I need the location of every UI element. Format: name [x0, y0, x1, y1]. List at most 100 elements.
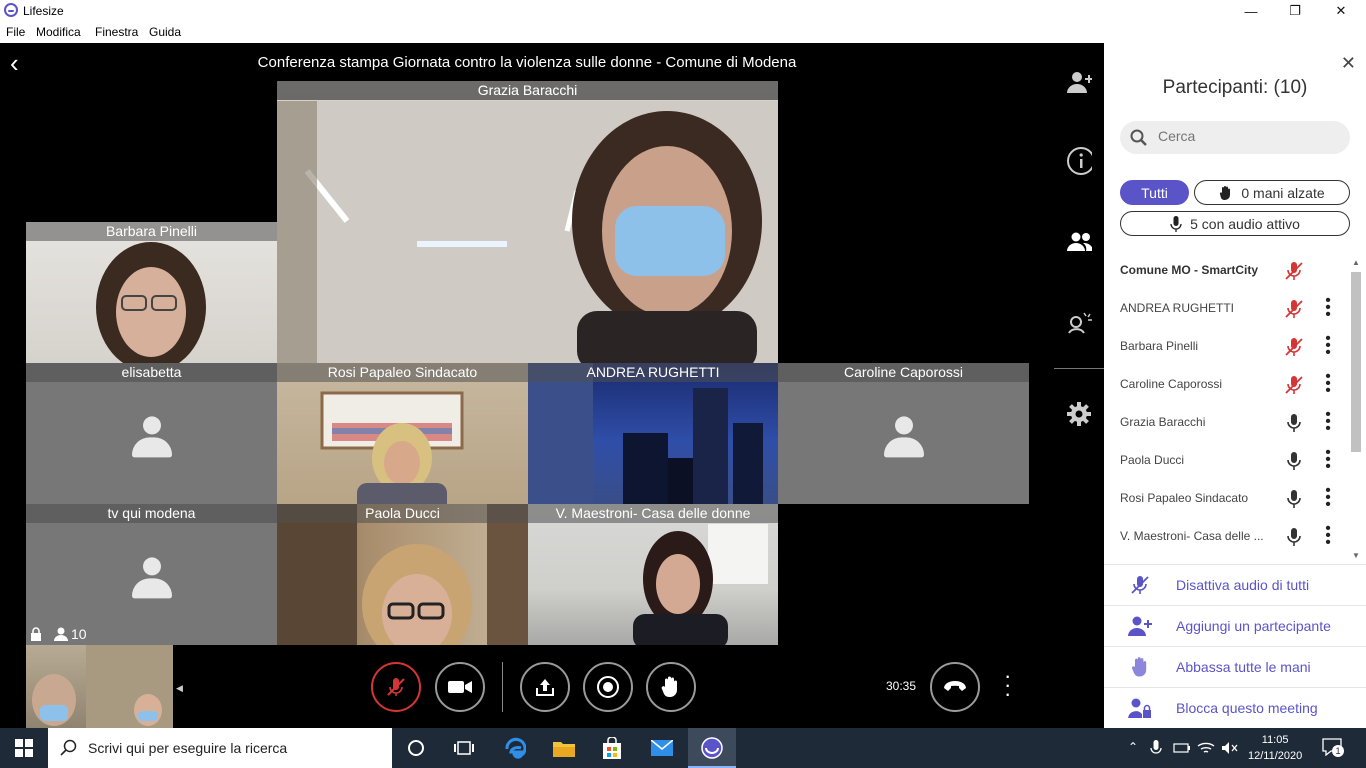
participant-row[interactable]: Comune MO - SmartCity	[1120, 251, 1352, 289]
task-view-icon[interactable]	[452, 736, 476, 760]
mic-icon[interactable]	[1284, 527, 1304, 547]
video-tile-barbara[interactable]: Barbara Pinelli	[26, 222, 277, 363]
video-feed	[277, 101, 778, 363]
settings-rail-button[interactable]	[1066, 401, 1092, 427]
video-tile-paola[interactable]: Paola Ducci	[277, 504, 528, 645]
participants-panel: ✕ Partecipanti: (10) Tutti 0 mani alzate…	[1104, 43, 1366, 728]
participant-menu-icon[interactable]: • • •	[1324, 369, 1332, 399]
action-center-button[interactable]: 1	[1322, 738, 1344, 758]
layout-rail-button[interactable]	[1066, 309, 1092, 335]
video-tile-maestroni[interactable]: V. Maestroni- Casa delle donne	[528, 504, 778, 645]
phone-hangup-icon	[944, 681, 966, 691]
windows-start-icon[interactable]	[12, 736, 36, 760]
participants-scrollbar[interactable]: ▲ ▼	[1350, 258, 1362, 563]
participant-menu-icon[interactable]: • • •	[1324, 407, 1332, 437]
participant-row[interactable]: V. Maestroni- Casa delle ... • • •	[1120, 517, 1352, 555]
taskbar-search[interactable]: Scrivi qui per eseguire la ricerca	[48, 728, 392, 768]
menu-guida[interactable]: Guida	[149, 25, 181, 39]
add-person-icon	[1067, 72, 1092, 93]
camera-button[interactable]	[435, 662, 485, 712]
add-participant-rail-button[interactable]	[1066, 69, 1092, 95]
cortana-icon[interactable]	[404, 736, 428, 760]
clock-date: 12/11/2020	[1248, 750, 1303, 762]
hang-up-button[interactable]	[930, 662, 980, 712]
participant-name: Comune MO - SmartCity	[1120, 263, 1259, 277]
taskbar-clock[interactable]: 11:05 12/11/2020	[1248, 732, 1302, 764]
mic-muted-icon[interactable]	[1284, 375, 1304, 395]
participant-menu-icon[interactable]: • • •	[1324, 521, 1332, 551]
scroll-thumb[interactable]	[1351, 272, 1361, 452]
file-explorer-icon[interactable]	[552, 736, 576, 760]
participant-name: Grazia Baracchi	[1120, 415, 1206, 429]
mic-muted-icon[interactable]	[1284, 299, 1304, 319]
lower-hands-button[interactable]: Abbassa tutte le mani	[1104, 646, 1366, 687]
mute-all-button[interactable]: Disattiva audio di tutti	[1104, 564, 1366, 605]
battery-icon[interactable]	[1172, 738, 1192, 758]
avatar-tile-caroline[interactable]: Caroline Caporossi	[778, 363, 1029, 504]
participant-row[interactable]: Rosi Papaleo Sindacato • • •	[1120, 479, 1352, 517]
speaker-muted-icon[interactable]	[1220, 738, 1240, 758]
avatar-tile-tv-qui-modena[interactable]: tv qui modena	[26, 504, 277, 645]
more-options-icon[interactable]: · · ·	[1004, 665, 1011, 705]
video-stage: ‹ Conferenza stampa Giornata contro la v…	[0, 43, 1054, 728]
mute-mic-button[interactable]	[371, 662, 421, 712]
menu-modifica[interactable]: Modifica	[36, 25, 81, 39]
scroll-down-icon[interactable]: ▼	[1352, 551, 1360, 560]
tray-chevron-icon[interactable]: ⌃	[1128, 740, 1138, 754]
mic-muted-icon[interactable]	[1284, 261, 1304, 281]
store-icon[interactable]	[600, 736, 624, 760]
participant-row[interactable]: ANDREA RUGHETTI • • •	[1120, 289, 1352, 327]
raise-hand-button[interactable]	[646, 662, 696, 712]
self-view[interactable]	[26, 645, 173, 728]
close-panel-icon[interactable]: ✕	[1341, 53, 1356, 74]
notification-count: 1	[1332, 745, 1344, 757]
minimize-button[interactable]: —	[1228, 0, 1274, 22]
participant-row[interactable]: Barbara Pinelli • • •	[1120, 327, 1352, 365]
share-button[interactable]	[520, 662, 570, 712]
camera-icon	[448, 681, 472, 693]
mic-off-icon	[387, 678, 405, 696]
avatar-tile-elisabetta[interactable]: elisabetta	[26, 363, 277, 504]
participant-row[interactable]: Paola Ducci • • •	[1120, 441, 1352, 479]
add-participant-button[interactable]: Aggiungi un partecipante	[1104, 605, 1366, 646]
participant-row[interactable]: Caroline Caporossi • • •	[1120, 365, 1352, 403]
menu-file[interactable]: File	[6, 25, 25, 39]
participant-name: ANDREA RUGHETTI	[1120, 301, 1235, 315]
participants-rail-button[interactable]	[1066, 229, 1092, 255]
menu-finestra[interactable]: Finestra	[95, 25, 138, 39]
mic-icon[interactable]	[1284, 489, 1304, 509]
search-field[interactable]	[1120, 121, 1350, 154]
participant-row[interactable]: Grazia Baracchi • • •	[1120, 403, 1352, 441]
edge-icon[interactable]	[503, 736, 527, 760]
collapse-self-view-icon[interactable]: ◀	[176, 683, 183, 694]
window-title: Lifesize	[23, 4, 64, 18]
close-window-button[interactable]: ✕	[1318, 0, 1364, 22]
video-tile-grazia[interactable]: Grazia Baracchi Grazia Baracchi	[277, 81, 778, 363]
add-person-icon	[1128, 616, 1152, 636]
participant-menu-icon[interactable]: • • •	[1324, 445, 1332, 475]
filter-all-button[interactable]: Tutti	[1120, 180, 1189, 205]
scroll-up-icon[interactable]: ▲	[1352, 258, 1360, 267]
filter-hands-button[interactable]: 0 mani alzate	[1194, 180, 1350, 205]
video-tile-rosi[interactable]: Rosi Papaleo Sindacato	[277, 363, 528, 504]
wifi-icon[interactable]	[1196, 738, 1216, 758]
mic-icon[interactable]	[1284, 451, 1304, 471]
lifesize-taskbar-item[interactable]	[688, 728, 736, 768]
participant-menu-icon[interactable]: • • •	[1324, 331, 1332, 361]
mic-muted-icon[interactable]	[1284, 337, 1304, 357]
mail-icon[interactable]	[650, 736, 674, 760]
lock-meeting-button[interactable]: Blocca questo meeting	[1104, 687, 1366, 728]
participant-menu-icon[interactable]: • • •	[1324, 293, 1332, 323]
search-input[interactable]	[1158, 128, 1338, 144]
filter-audio-button[interactable]: 5 con audio attivo	[1120, 211, 1350, 236]
record-icon	[597, 676, 619, 698]
record-button[interactable]	[583, 662, 633, 712]
participant-menu-icon[interactable]: • • •	[1324, 483, 1332, 513]
tray-mic-icon[interactable]	[1146, 738, 1166, 758]
mic-icon[interactable]	[1284, 413, 1304, 433]
video-feed	[32, 645, 173, 728]
filter-all-label: Tutti	[1141, 184, 1168, 201]
video-tile-andrea[interactable]: ANDREA RUGHETTI	[528, 363, 778, 504]
restore-button[interactable]: ❐	[1272, 0, 1318, 22]
info-rail-button[interactable]	[1066, 147, 1092, 175]
